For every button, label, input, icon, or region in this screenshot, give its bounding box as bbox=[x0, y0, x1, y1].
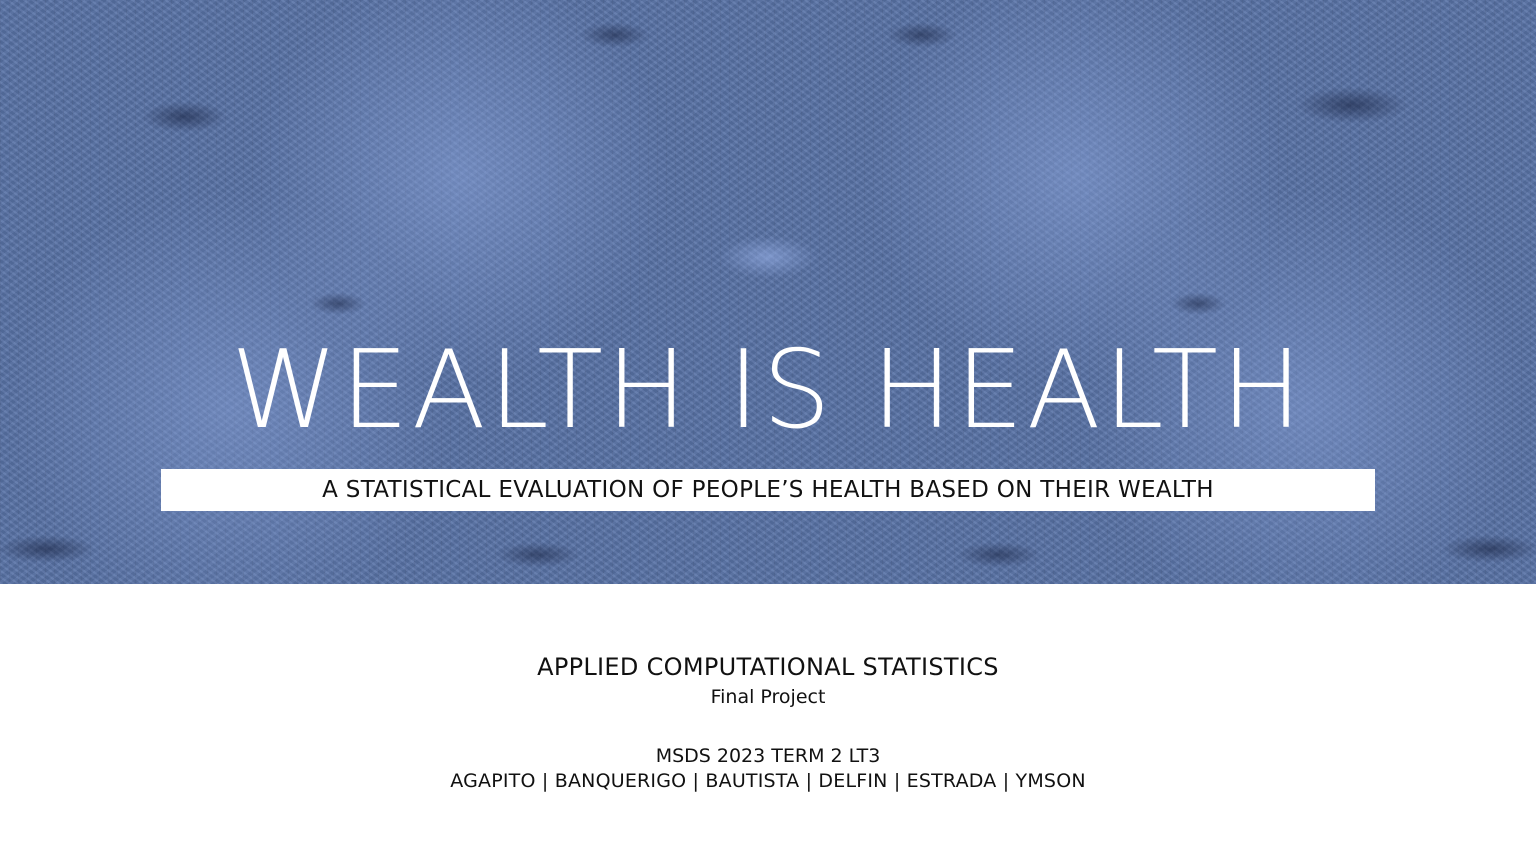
title-slide: WEALTH IS HEALTH A STATISTICAL EVALUATIO… bbox=[0, 0, 1536, 864]
slide-title: WEALTH IS HEALTH bbox=[230, 328, 1306, 453]
hero-texture-banner: WEALTH IS HEALTH A STATISTICAL EVALUATIO… bbox=[0, 0, 1536, 584]
course-info-block: APPLIED COMPUTATIONAL STATISTICS Final P… bbox=[0, 648, 1536, 794]
subtitle-band: A STATISTICAL EVALUATION OF PEOPLE’S HEA… bbox=[161, 469, 1375, 511]
cohort-label: MSDS 2023 TERM 2 LT3 bbox=[655, 745, 881, 767]
project-label: Final Project bbox=[710, 686, 826, 708]
slide-subtitle: A STATISTICAL EVALUATION OF PEOPLE’S HEA… bbox=[322, 477, 1214, 503]
course-name: APPLIED COMPUTATIONAL STATISTICS bbox=[537, 653, 999, 681]
team-members: AGAPITO | BANQUERIGO | BAUTISTA | DELFIN… bbox=[450, 770, 1086, 792]
